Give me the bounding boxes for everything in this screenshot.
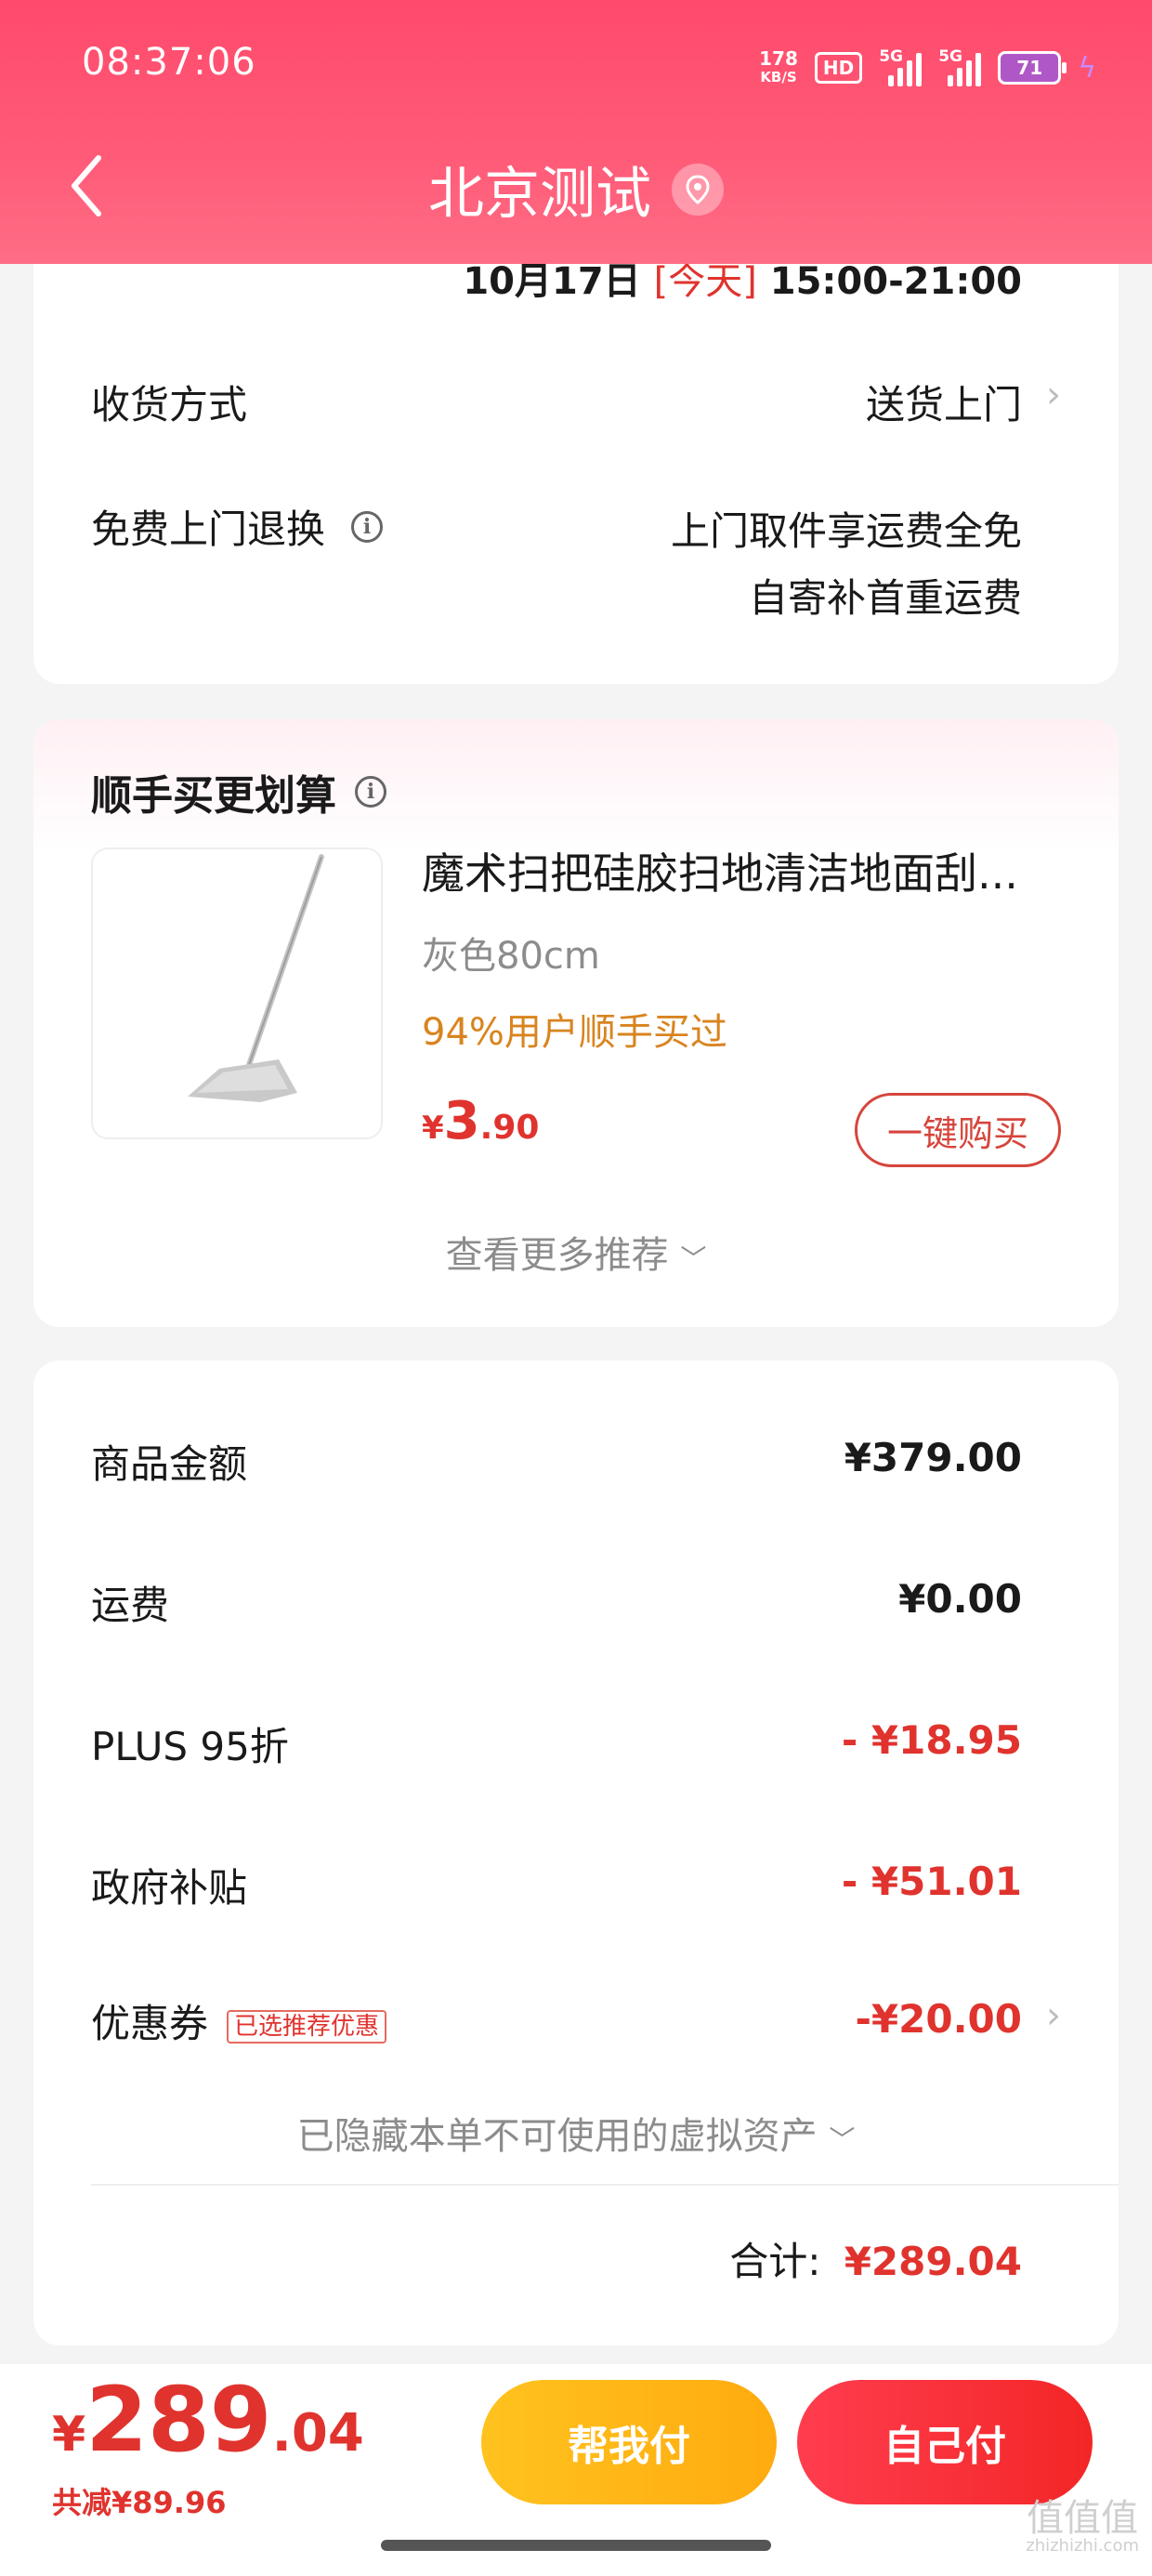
divider bbox=[91, 2184, 1119, 2186]
total-row: 合计: ¥289.04 bbox=[729, 2239, 1022, 2284]
gov-subsidy-label: 政府补贴 bbox=[91, 1865, 248, 1911]
status-icons: 178 KB/S HD 5G 5G 71 ϟ bbox=[759, 45, 1096, 91]
chevron-right-icon[interactable]: › bbox=[1046, 374, 1061, 416]
order-summary-card: 商品金额 ¥379.00 运费 ¥0.00 PLUS 95折 - ¥18.95 … bbox=[33, 1360, 1119, 2346]
product-name[interactable]: 魔术扫把硅胶扫地清洁地面刮... bbox=[422, 840, 1072, 901]
plus-discount-value: - ¥18.95 bbox=[841, 1717, 1022, 1763]
delivery-method-value[interactable]: 送货上门 bbox=[866, 374, 1022, 430]
free-return-row: 免费上门退换 i bbox=[91, 498, 384, 555]
recommend-title: 顺手买更划算 i bbox=[91, 762, 386, 821]
signal-icon: 5G bbox=[938, 47, 982, 86]
plus-discount-label: PLUS 95折 bbox=[91, 1724, 289, 1769]
product-spec: 灰色80cm bbox=[422, 935, 600, 978]
delivery-method-label: 收货方式 bbox=[91, 382, 248, 427]
app-header: 08:37:06 178 KB/S HD 5G 5G 71 ϟ 北京测试 bbox=[0, 0, 1152, 264]
recommend-card: 顺手买更划算 i 魔术扫把硅胶扫地清洁地面刮... 灰色80cm 94%用户顺手… bbox=[33, 719, 1119, 1327]
info-icon[interactable]: i bbox=[355, 776, 386, 808]
coupon-value[interactable]: -¥20.00 bbox=[855, 1996, 1022, 2042]
charging-icon: ϟ bbox=[1078, 51, 1096, 85]
self-pay-button[interactable]: 自己付 bbox=[797, 2380, 1093, 2504]
more-recommend-link[interactable]: 查看更多推荐 ﹀ bbox=[33, 1225, 1119, 1279]
location-pin-icon[interactable] bbox=[672, 163, 724, 216]
coupon-badge: 已选推荐优惠 bbox=[227, 2009, 387, 2044]
gov-subsidy-value: - ¥51.01 bbox=[841, 1859, 1022, 1904]
watermark: 值值值 zhizhizhi.com bbox=[1026, 2497, 1139, 2556]
delivery-card: 10月17日 [今天] 15:00-21:00 收货方式 送货上门 › 免费上门… bbox=[33, 214, 1119, 684]
product-price: ¥3.90 bbox=[422, 1091, 540, 1151]
shipping-value: ¥0.00 bbox=[898, 1576, 1022, 1622]
saved-amount: 共减¥89.96 bbox=[52, 2485, 227, 2520]
one-click-buy-button[interactable]: 一键购买 bbox=[855, 1093, 1061, 1167]
signal-icon: 5G bbox=[879, 47, 923, 86]
info-icon[interactable]: i bbox=[351, 510, 384, 543]
page-title: 北京测试 bbox=[0, 149, 1152, 230]
home-indicator[interactable] bbox=[381, 2540, 771, 2551]
product-hint: 94%用户顺手买过 bbox=[422, 1011, 727, 1054]
chevron-down-icon: ﹀ bbox=[680, 1243, 707, 1274]
help-pay-button[interactable]: 帮我付 bbox=[481, 2380, 777, 2504]
chevron-down-icon: ﹀ bbox=[829, 2124, 856, 2155]
hidden-assets-toggle[interactable]: 已隐藏本单不可使用的虚拟资产 ﹀ bbox=[33, 2106, 1119, 2160]
battery-icon: 71 bbox=[998, 51, 1067, 85]
product-image[interactable] bbox=[91, 848, 383, 1139]
hd-icon: HD bbox=[814, 52, 863, 84]
chevron-right-icon[interactable]: › bbox=[1046, 1994, 1061, 2037]
shipping-label: 运费 bbox=[91, 1583, 170, 1628]
free-return-value: 上门取件享运费全免 自寄补首重运费 bbox=[670, 508, 1022, 621]
goods-amount-label: 商品金额 bbox=[91, 1441, 248, 1487]
payable-amount: ¥289.04 bbox=[52, 2368, 364, 2472]
net-speed: 178 KB/S bbox=[759, 47, 798, 85]
coupon-row[interactable]: 优惠券 已选推荐优惠 bbox=[91, 1992, 387, 2049]
broom-product-image bbox=[188, 854, 324, 1102]
goods-amount-value: ¥379.00 bbox=[844, 1435, 1022, 1480]
status-time: 08:37:06 bbox=[82, 41, 256, 84]
